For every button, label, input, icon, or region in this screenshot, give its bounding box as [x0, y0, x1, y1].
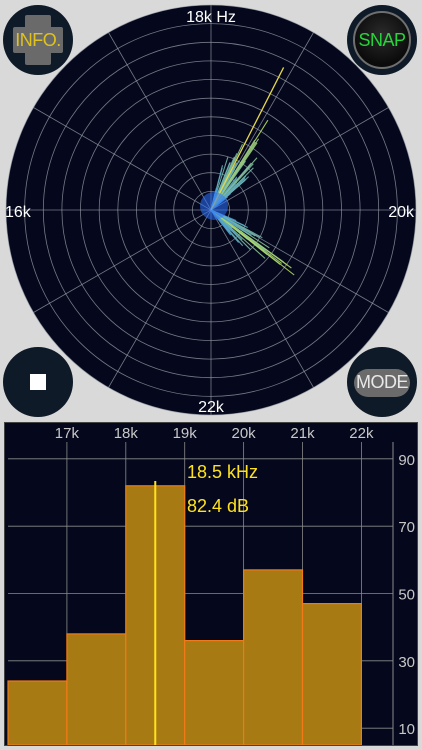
spectrum-bar: [66, 633, 127, 745]
radar-label-top: 18k Hz: [186, 9, 236, 26]
readout-level: 82.4 dB: [187, 496, 249, 516]
radar-center-glow: [200, 192, 228, 220]
stop-icon: [30, 374, 46, 390]
stop-button[interactable]: [3, 347, 73, 417]
mode-button[interactable]: MODE: [347, 347, 417, 417]
readout-frequency: 18.5 kHz: [187, 462, 258, 482]
spectrum-x-tick-label: 22k: [349, 425, 374, 442]
spectrum-x-ticks: 17k 18k 19k 20k 21k 22k: [55, 425, 374, 442]
spectrum-panel: 17k 18k 19k 20k 21k 22k 90 70 50 30 10 18.5 kHz 8…: [4, 422, 418, 746]
radar-label-bottom: 22k: [198, 399, 225, 416]
spectrum-bar: [7, 680, 68, 745]
radar-label-right: 20k: [388, 204, 415, 221]
spectrum-y-tick-label: 30: [398, 654, 415, 671]
spectrum-bar: [301, 603, 363, 745]
spectrum-y-tick-label: 90: [398, 452, 415, 469]
spectrum-x-tick-label: 18k: [114, 425, 139, 442]
spectrum-chart: 17k 18k 19k 20k 21k 22k 90 70 50 30 10 18.5 kHz 8…: [7, 425, 415, 745]
spectrum-bar: [243, 569, 304, 745]
info-button-label: INFO.: [15, 29, 61, 50]
spectrum-x-tick-label: 20k: [232, 425, 257, 442]
info-button[interactable]: INFO.: [3, 5, 73, 75]
spectrum-bar: [184, 640, 245, 745]
spectrum-y-tick-label: 50: [398, 587, 415, 604]
spectrum-bars: [7, 485, 363, 745]
spectrum-x-tick-label: 19k: [173, 425, 198, 442]
spectrum-y-tick-label: 70: [398, 519, 415, 536]
snap-button-label: SNAP: [358, 29, 406, 50]
spectrum-y-tick-label: 10: [398, 721, 415, 738]
radar-label-left: 16k: [5, 204, 32, 221]
spectrum-x-tick-label: 21k: [290, 425, 315, 442]
snap-button[interactable]: SNAP: [347, 5, 417, 75]
mode-button-label: MODE: [356, 371, 409, 392]
polar-radar-panel: 18k Hz 16k 20k 22k INFO. SNAP MODE: [0, 0, 422, 420]
spectrum-x-tick-label: 17k: [55, 425, 80, 442]
spectrum-y-ticks: 90 70 50 30 10: [398, 452, 415, 738]
